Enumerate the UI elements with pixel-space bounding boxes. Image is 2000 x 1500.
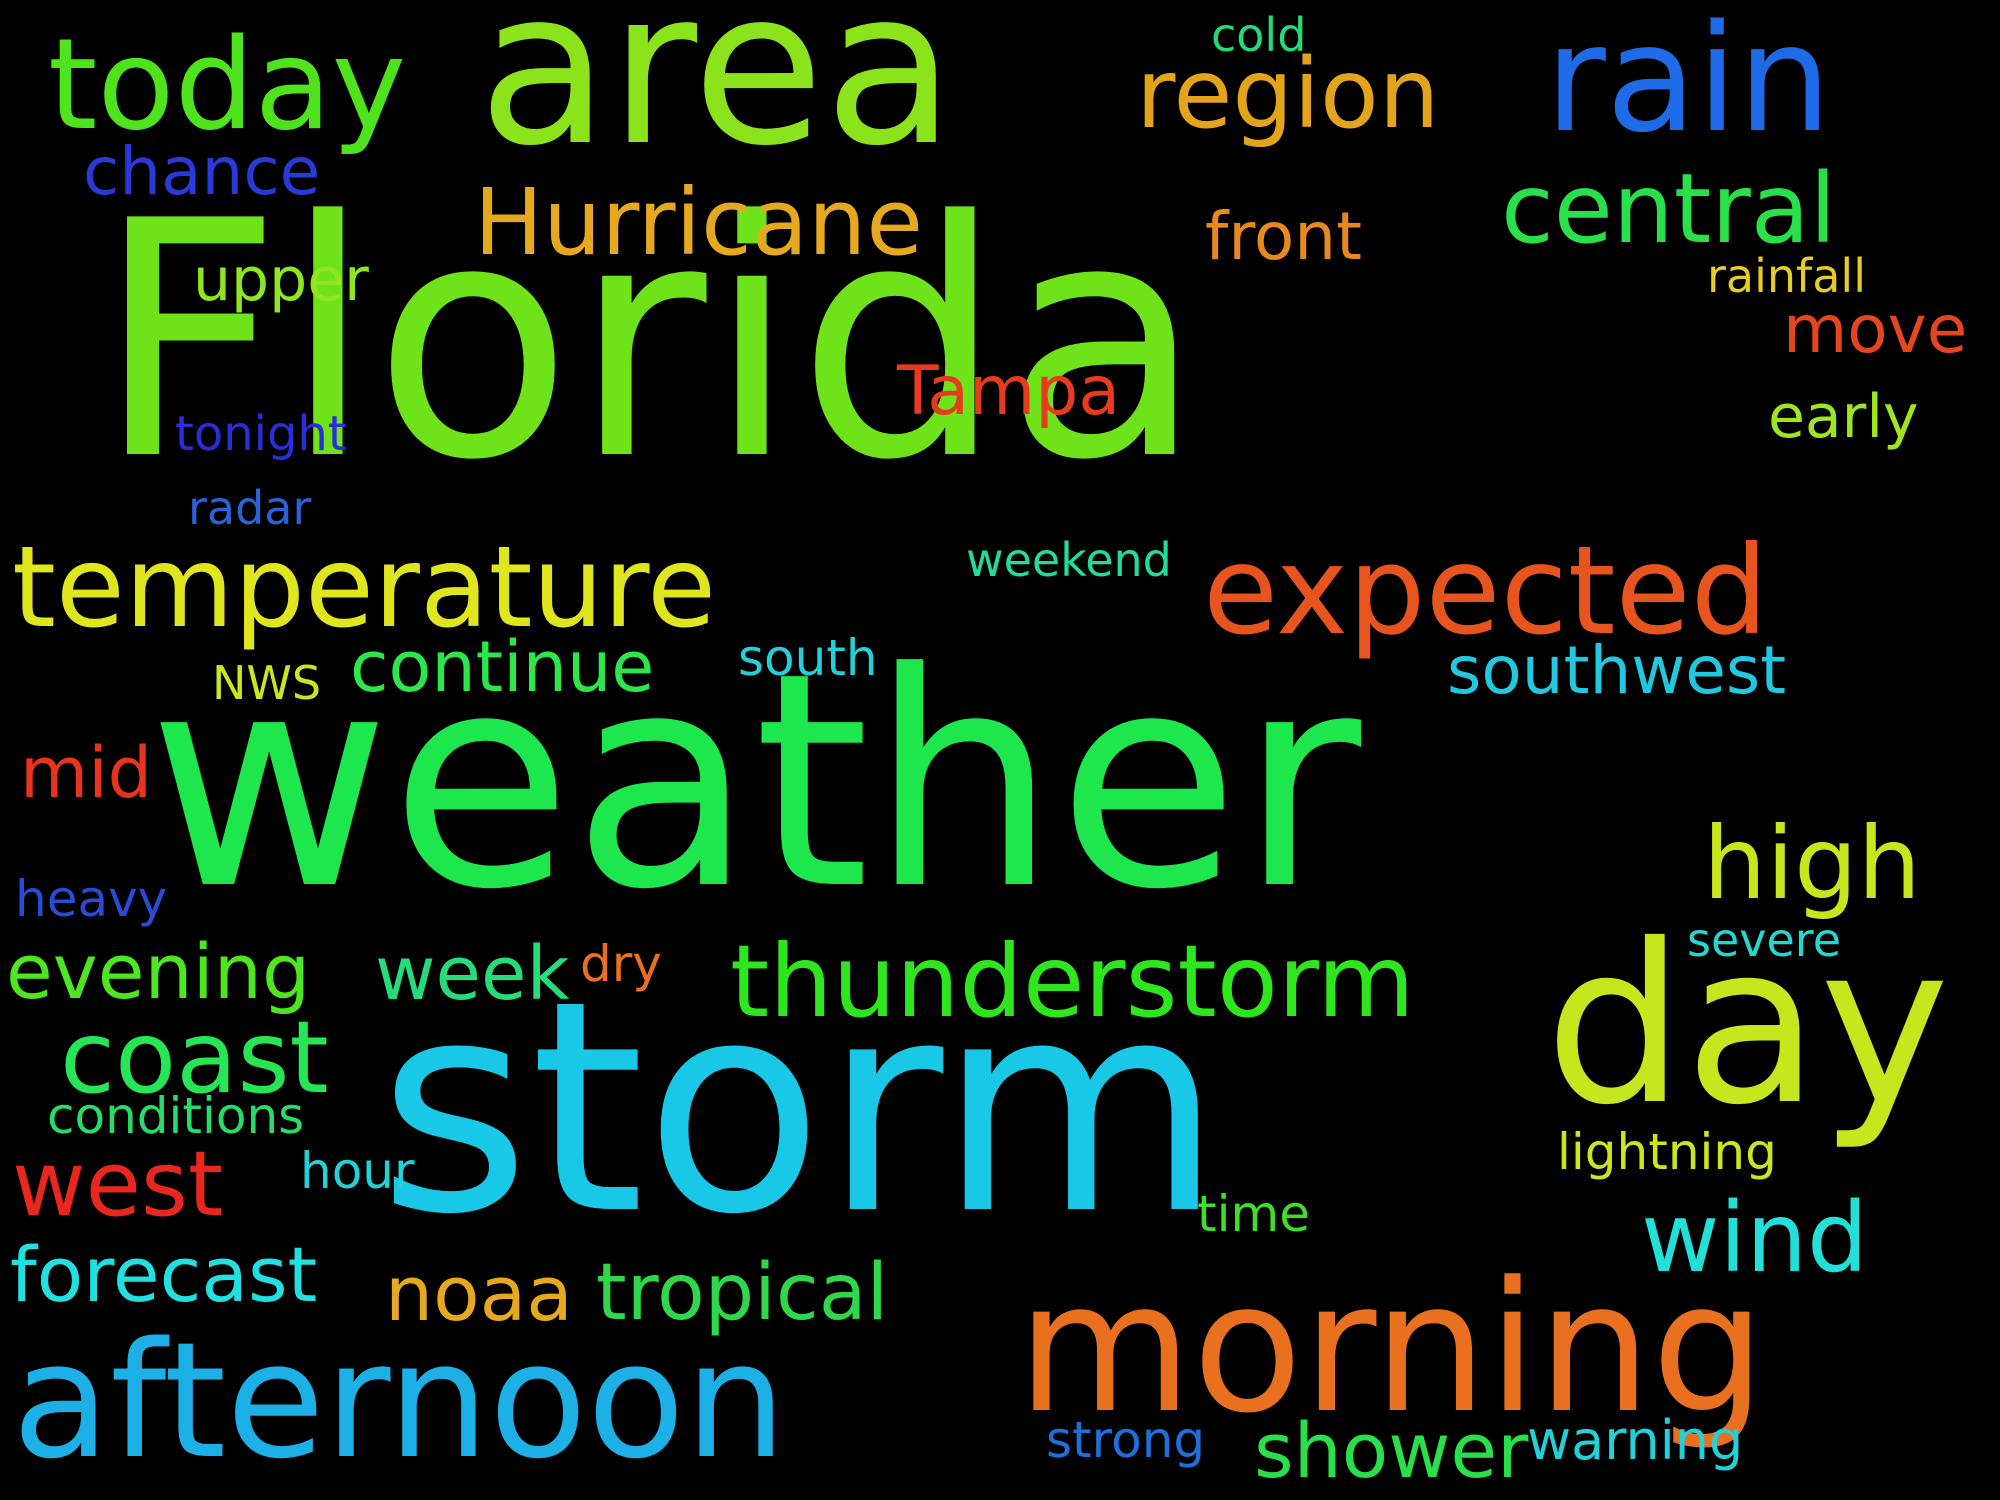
word-west: west: [12, 1132, 224, 1237]
word-weekend: weekend: [966, 533, 1172, 587]
word-continue: continue: [350, 626, 655, 708]
word-chance: chance: [83, 133, 321, 210]
word-upper: upper: [193, 245, 369, 315]
word-nws: NWS: [212, 656, 322, 710]
word-strong: strong: [1046, 1411, 1206, 1469]
word-central: central: [1501, 153, 1837, 265]
word-cloud: Florida weather storm area rain today re…: [0, 0, 2000, 1500]
word-day: day: [1545, 897, 1950, 1153]
word-thunderstorm: thunderstorm: [730, 923, 1415, 1040]
word-rain: rain: [1545, 0, 1832, 165]
word-lightning: lightning: [1557, 1123, 1777, 1181]
word-heavy: heavy: [15, 870, 168, 928]
word-area: area: [478, 0, 956, 193]
word-shower: shower: [1254, 1406, 1529, 1495]
word-early: early: [1768, 382, 1919, 452]
word-dry: dry: [580, 935, 662, 993]
word-time: time: [1197, 1185, 1310, 1243]
word-hour: hour: [300, 1142, 415, 1200]
word-afternoon: afternoon: [12, 1307, 787, 1494]
word-tonight: tonight: [175, 406, 347, 462]
word-cold: cold: [1211, 8, 1307, 62]
word-tampa: Tampa: [897, 352, 1121, 431]
word-forecast: forecast: [10, 1230, 318, 1319]
word-week: week: [375, 931, 570, 1017]
word-south: south: [738, 629, 878, 687]
word-mid: mid: [20, 732, 153, 814]
word-southwest: southwest: [1447, 632, 1787, 709]
word-move: move: [1783, 291, 1968, 368]
word-hurricane: Hurricane: [474, 169, 923, 276]
word-warning: warning: [1527, 1409, 1744, 1472]
word-front: front: [1205, 198, 1363, 275]
word-today: today: [48, 11, 407, 158]
